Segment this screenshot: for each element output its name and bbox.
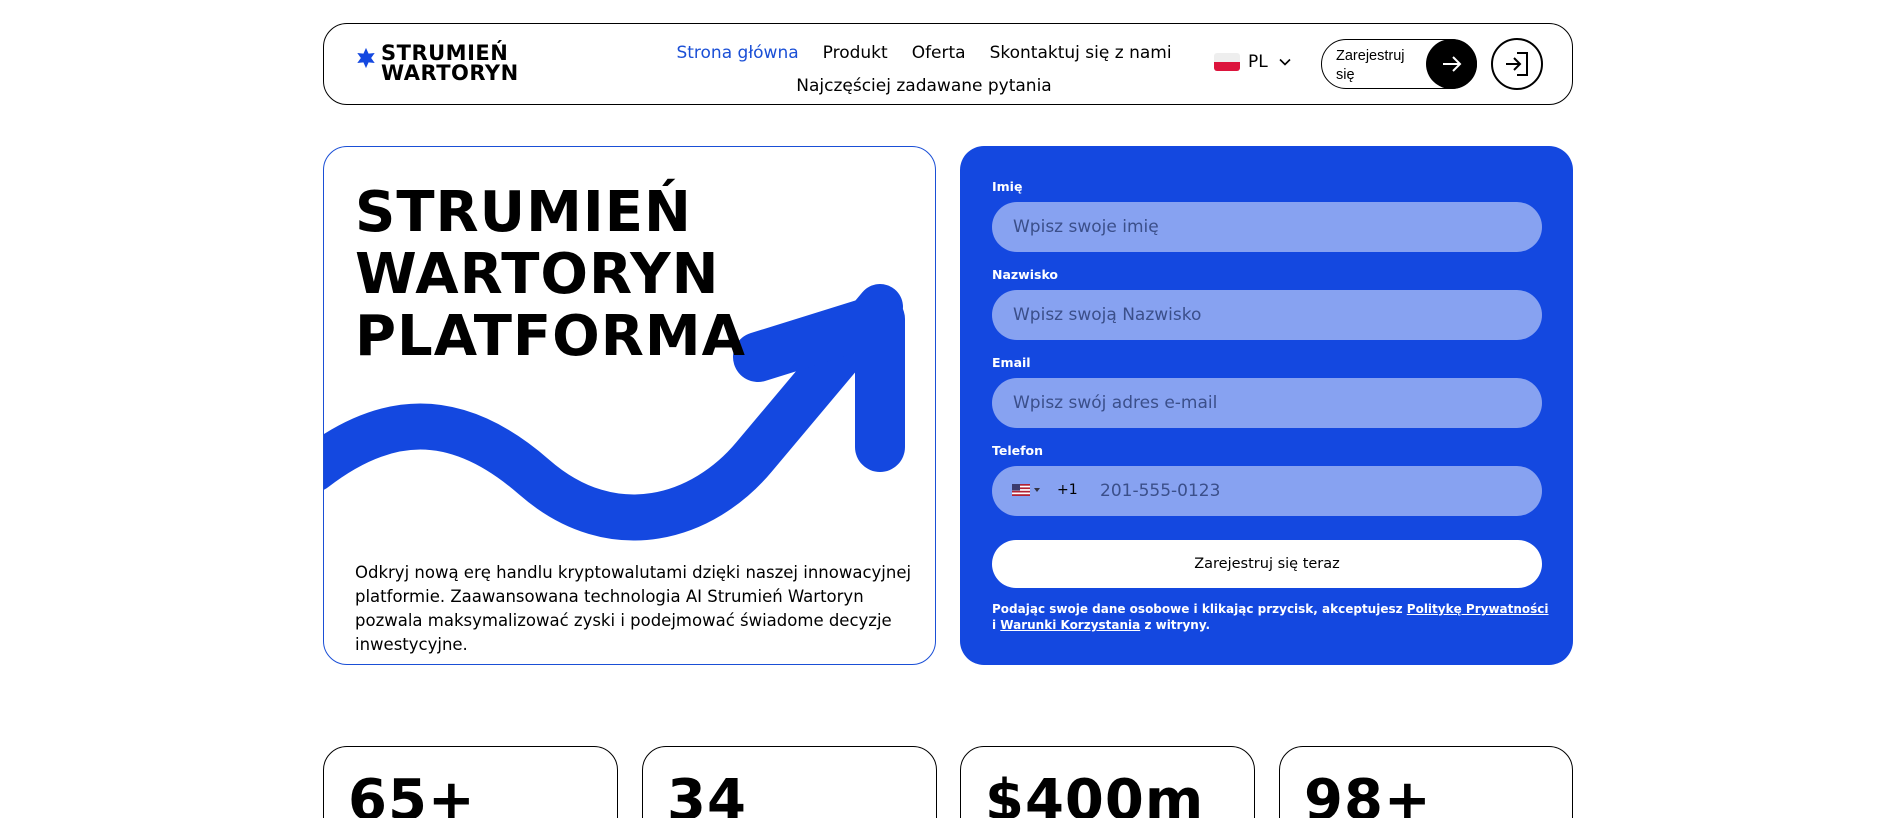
nav-contact[interactable]: Skontaktuj się z nami [990, 43, 1172, 63]
stat-value: 65+ [348, 768, 476, 818]
login-icon [1506, 52, 1528, 76]
logo[interactable]: STRUMIEŃ WARTORYN [355, 41, 519, 85]
phone-label: Telefon [992, 443, 1044, 458]
register-now-button[interactable]: Zarejestruj się teraz [992, 540, 1542, 588]
hero-title-line2: WARTORYN [355, 242, 720, 307]
poland-flag-icon [1214, 53, 1240, 71]
logo-line1: STRUMIEŃ [381, 41, 509, 65]
last-name-input[interactable] [992, 290, 1542, 340]
nav-faq[interactable]: Najczęściej zadawane pytania [796, 76, 1051, 96]
language-code: PL [1248, 52, 1268, 72]
stat-card: 98+ [1279, 746, 1573, 818]
hero-title-line1: STRUMIEŃ [355, 180, 692, 245]
email-input[interactable] [992, 378, 1542, 428]
register-button[interactable]: Zarejestruj się [1321, 39, 1477, 89]
star-icon [357, 47, 375, 69]
privacy-policy-link[interactable]: Politykę Prywatności [1407, 602, 1549, 616]
phone-field: +1 [992, 466, 1542, 516]
hero-card: STRUMIEŃ WARTORYN PLATFORMA Odkryj nową … [323, 146, 936, 665]
nav-home[interactable]: Strona główna [676, 43, 798, 63]
stat-value: $400m [985, 768, 1205, 818]
caret-down-icon [1034, 488, 1040, 492]
nav-product[interactable]: Produkt [823, 43, 888, 63]
consent-text: Podając swoje dane osobowe i klikając pr… [992, 601, 1552, 633]
hero-description: Odkryj nową erę handlu kryptowalutami dz… [355, 563, 912, 654]
logo-line2: WARTORYN [381, 61, 519, 85]
consent-prefix: Podając swoje dane osobowe i klikając pr… [992, 602, 1407, 616]
consent-suffix: z witryny. [1140, 618, 1211, 632]
stat-value: 98+ [1304, 768, 1432, 818]
stat-card: $400m [960, 746, 1255, 818]
us-flag-icon [1012, 484, 1030, 496]
hero-title: STRUMIEŃ WARTORYN PLATFORMA [355, 182, 746, 368]
stat-card: 34 [642, 746, 937, 818]
phone-dial-code: +1 [1057, 482, 1078, 498]
stat-card: 65+ [323, 746, 618, 818]
first-name-label: Imię [992, 179, 1023, 194]
logo-text: STRUMIEŃ WARTORYN [381, 41, 519, 85]
country-code-selector[interactable] [1012, 484, 1040, 496]
register-button-label: Zarejestruj się [1336, 48, 1405, 83]
terms-link[interactable]: Warunki Korzystania [1000, 618, 1140, 632]
hero-title-line3: PLATFORMA [355, 304, 746, 369]
stat-value: 34 [667, 768, 747, 818]
login-button[interactable] [1491, 38, 1543, 90]
first-name-input[interactable] [992, 202, 1542, 252]
site-header: STRUMIEŃ WARTORYN Strona główna Produkt Of… [323, 23, 1573, 105]
nav-offer[interactable]: Oferta [912, 43, 966, 63]
registration-form: Imię Nazwisko Email Telefon +1 Zarejestr… [960, 146, 1573, 665]
last-name-label: Nazwisko [992, 267, 1059, 282]
phone-input[interactable] [1100, 466, 1520, 516]
chevron-down-icon [1279, 58, 1291, 66]
main-nav: Strona główna Produkt Oferta Skontaktuj się… [664, 37, 1184, 103]
arrow-right-icon [1426, 39, 1477, 89]
language-selector[interactable]: PL [1214, 52, 1292, 72]
email-label: Email [992, 355, 1031, 370]
